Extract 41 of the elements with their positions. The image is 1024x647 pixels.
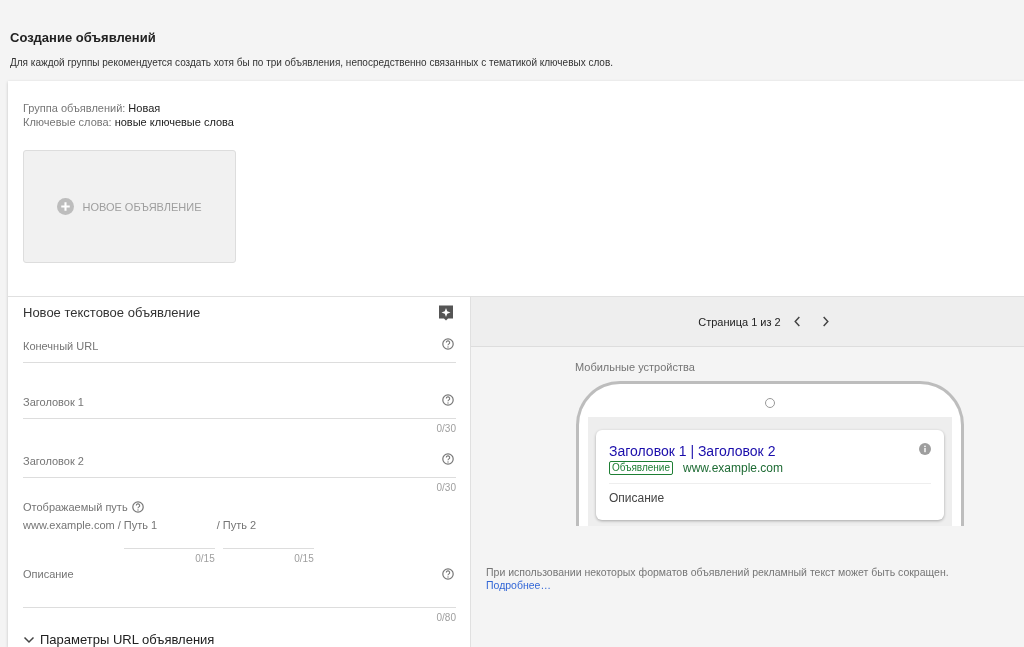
input-field[interactable]: Заголовок 2 xyxy=(23,442,456,478)
summary-label: Группа объявлений: xyxy=(23,102,126,114)
help-icon xyxy=(442,568,454,580)
device-label: Мобильные устройства xyxy=(575,361,696,373)
domain-text: www.example.com xyxy=(23,518,116,533)
field-label: Отображаемый путь xyxy=(23,501,128,513)
input-field[interactable]: Путь 1 xyxy=(123,517,215,549)
ad-url: www.example.com xyxy=(683,461,784,475)
ad-headline[interactable]: Заголовок 1 | Заголовок 2 xyxy=(609,443,776,459)
summary-value: Новая xyxy=(128,102,161,114)
character-counter: 0/15 xyxy=(294,552,314,566)
preview-note: При использовании некоторых форматов объявлений рекламный текст может быть сокращен. xyxy=(486,566,950,579)
summary-label: Ключевые слова: xyxy=(23,116,112,128)
character-counter: 0/30 xyxy=(436,481,456,495)
description-field[interactable]: Описание xyxy=(23,568,456,608)
ad-description: Описание xyxy=(609,491,666,505)
ad-label: Объявление xyxy=(609,461,673,475)
page-indicator: Страница 1 из 2 xyxy=(698,315,781,328)
learn-more-link[interactable]: Подробнее… xyxy=(486,579,551,591)
help-icon xyxy=(442,338,454,350)
chevron-right-icon xyxy=(820,315,832,328)
input-field[interactable]: Конечный URL xyxy=(23,327,456,363)
editor-title: Новое текстовое объявление xyxy=(23,304,201,320)
character-counter: 0/80 xyxy=(436,611,456,625)
help-icon xyxy=(442,394,454,406)
plus-icon xyxy=(57,198,75,215)
help-icon xyxy=(442,453,454,465)
help-icon xyxy=(131,501,144,513)
character-counter: 0/15 xyxy=(195,552,215,566)
expand-toggle[interactable]: Параметры URL объявления xyxy=(23,633,215,647)
chevron-icon xyxy=(23,634,35,646)
character-counter: 0/30 xyxy=(436,422,456,436)
info-icon xyxy=(919,443,931,455)
page-description: Для каждой группы рекомендуется создать хотя бы по три объявления, непосредственно связанных с тематикой ключевых слов. xyxy=(10,57,614,68)
input-field[interactable]: Заголовок 1 xyxy=(23,383,456,419)
path-separator: / xyxy=(117,518,121,533)
sparkle-icon xyxy=(438,303,454,321)
path-separator: / xyxy=(216,518,220,533)
summary-value: новые ключевые слова xyxy=(114,116,234,128)
input-field[interactable]: Путь 2 xyxy=(222,517,314,549)
page-title: Создание объявлений xyxy=(10,30,157,45)
